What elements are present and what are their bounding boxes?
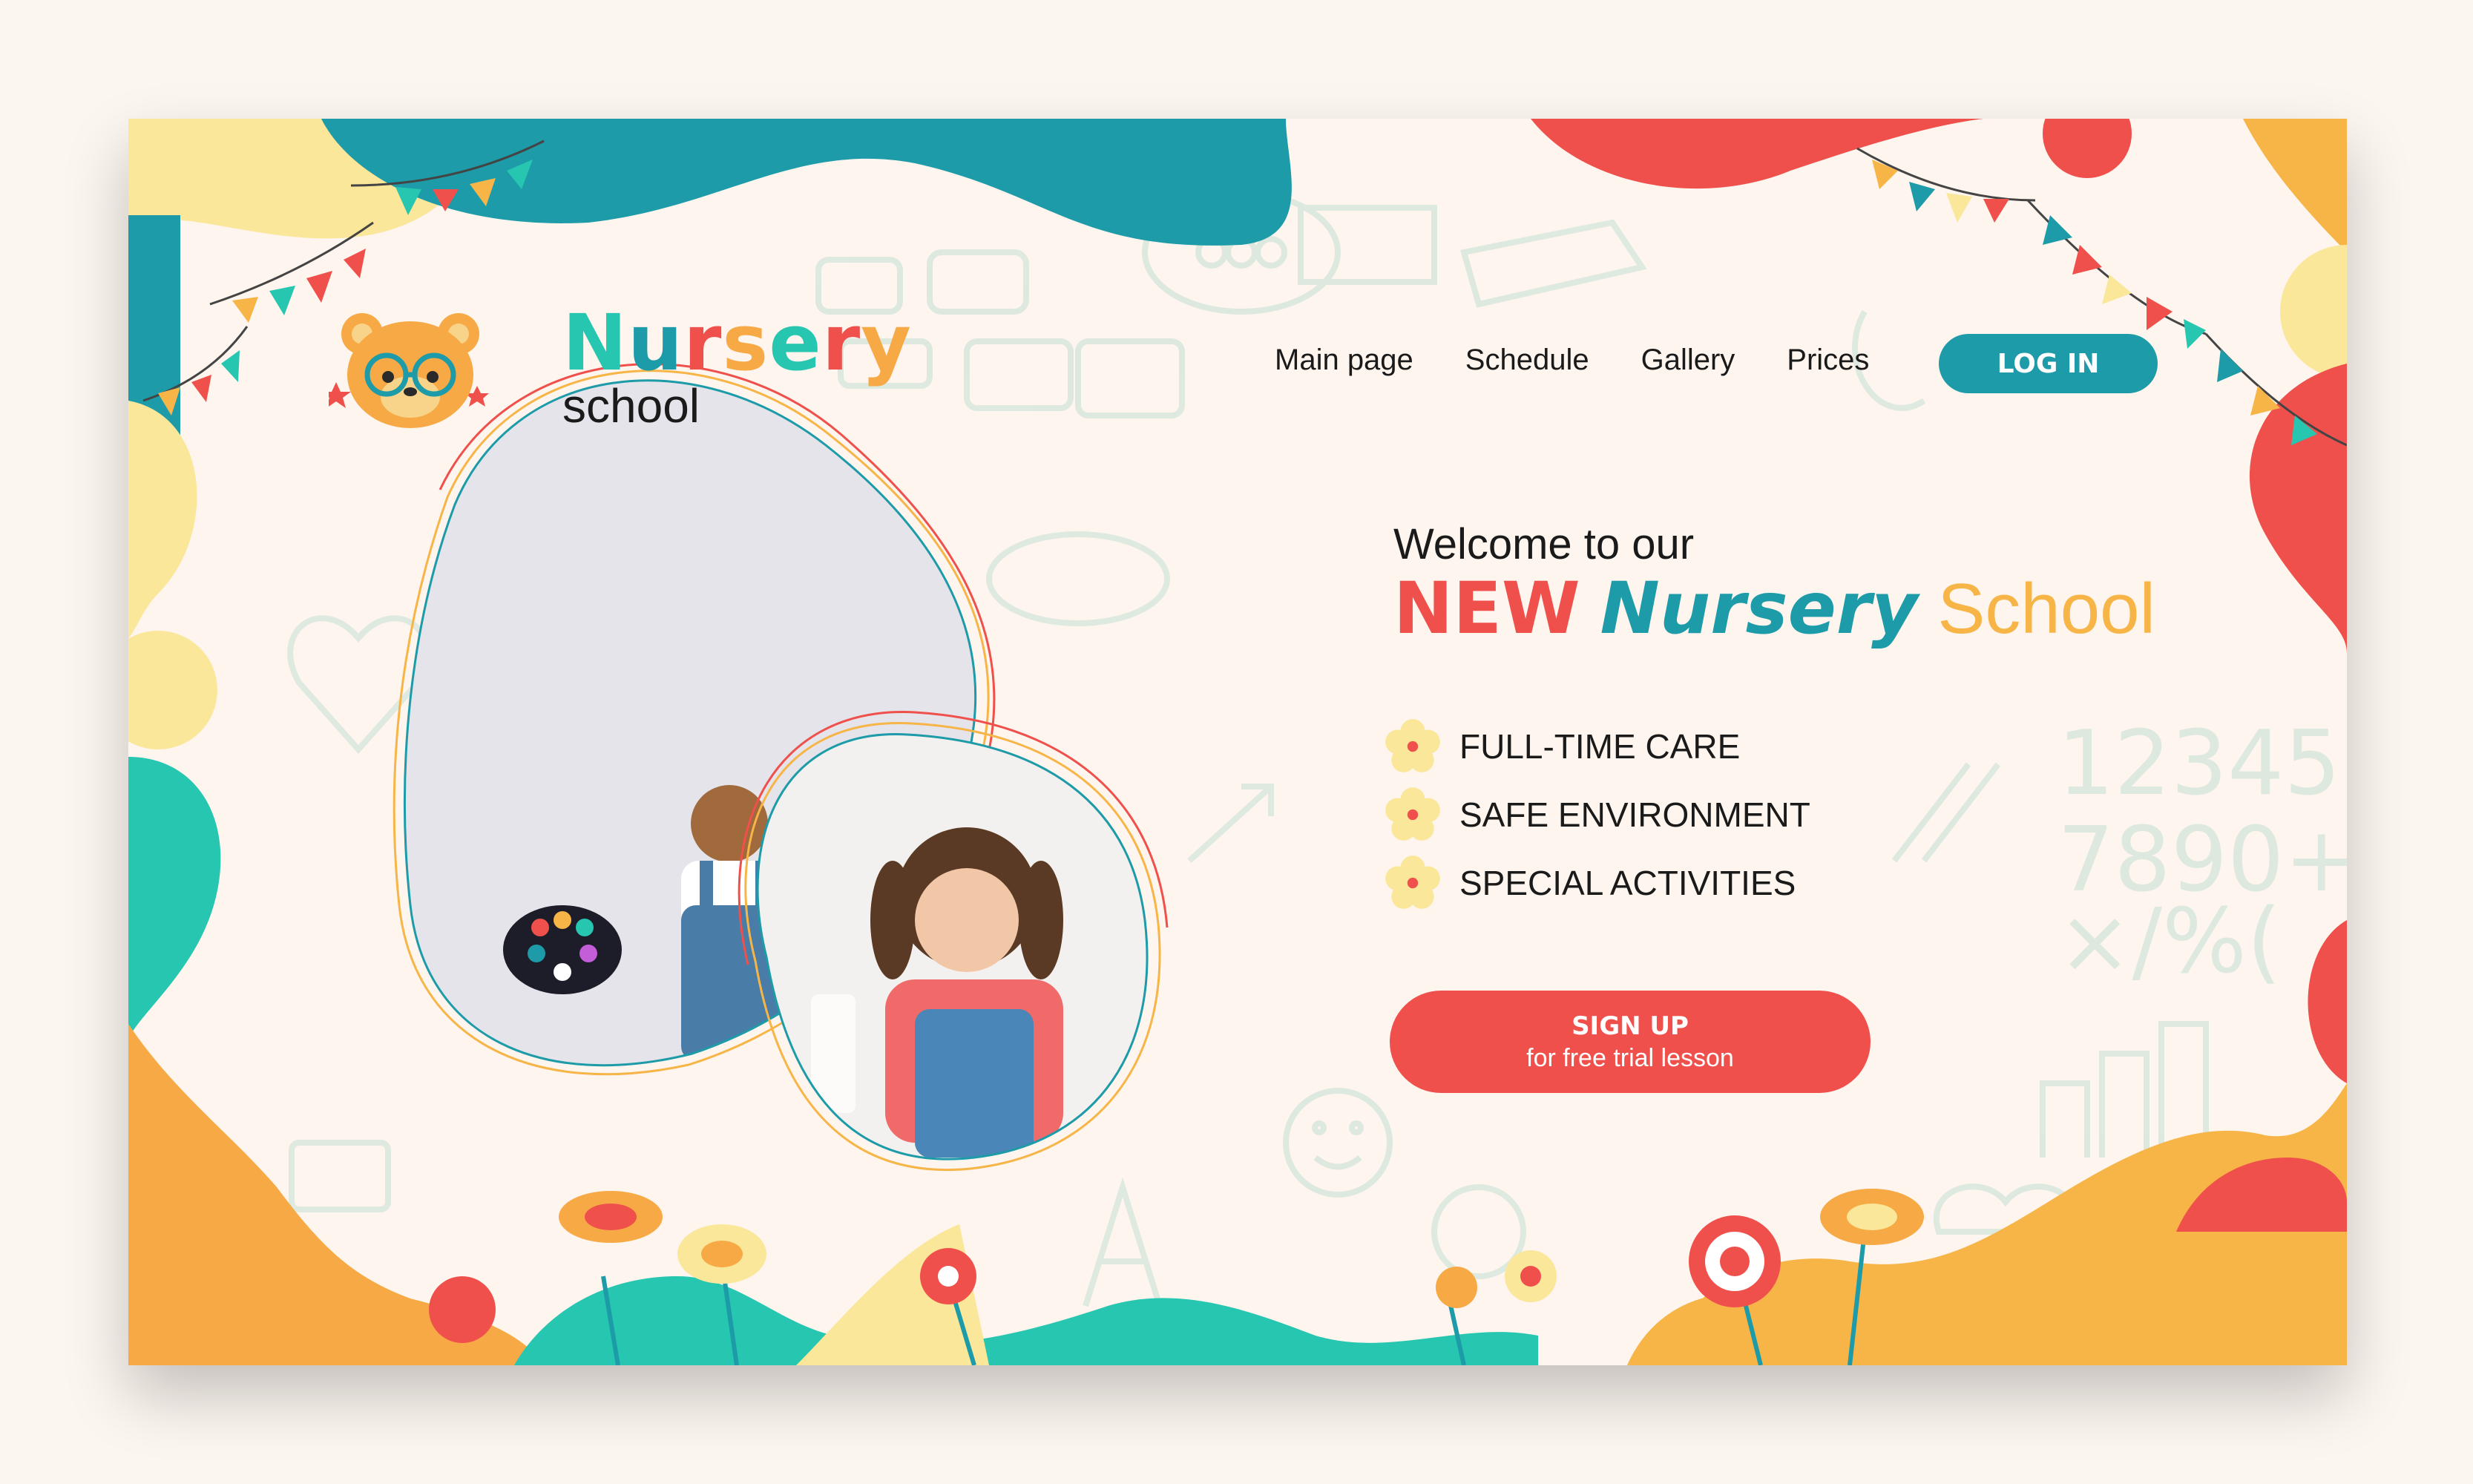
- logo-text-school: school: [562, 379, 700, 433]
- nav-gallery[interactable]: Gallery: [1641, 344, 1735, 377]
- headline-new: NEW: [1393, 567, 1580, 650]
- logo-text-nursery: Nursery: [562, 304, 912, 381]
- feature-list: FULL-TIME CARE SAFE ENVIRONMENT SPECIAL …: [1382, 712, 1810, 917]
- flower-bullet-icon: [1385, 787, 1440, 841]
- nav-main-page[interactable]: Main page: [1275, 344, 1413, 377]
- flower-bullet-icon: [1385, 719, 1440, 772]
- svg-text:×/%(: ×/%(: [2057, 890, 2282, 994]
- feature-item: SAFE ENVIRONMENT: [1382, 781, 1810, 849]
- nav-prices[interactable]: Prices: [1787, 344, 1869, 377]
- login-button[interactable]: LOG IN: [1939, 334, 2158, 393]
- main-nav: Main page Schedule Gallery Prices: [1275, 344, 1869, 377]
- welcome-text: Welcome to our: [1393, 520, 1695, 568]
- feature-label: SPECIAL ACTIVITIES: [1459, 864, 1796, 902]
- nav-schedule[interactable]: Schedule: [1465, 344, 1589, 377]
- feature-label: SAFE ENVIRONMENT: [1459, 795, 1810, 834]
- signup-main-label: SIGN UP: [1572, 1011, 1689, 1041]
- headline-nursery: Nursery: [1600, 567, 1918, 650]
- flower-bullet-icon: [1385, 856, 1440, 909]
- signup-button[interactable]: SIGN UP for free trial lesson: [1390, 991, 1871, 1093]
- logo-word-nursery: Nursery: [562, 298, 912, 388]
- page-frame: 123456 7890+- ×/%(: [128, 119, 2347, 1365]
- svg-text:123456: 123456: [2057, 712, 2347, 815]
- feature-label: FULL-TIME CARE: [1459, 727, 1741, 766]
- signup-sub-label: for free trial lesson: [1526, 1043, 1734, 1072]
- feature-item: SPECIAL ACTIVITIES: [1382, 849, 1810, 917]
- hero-headline: NEW Nursery School: [1393, 568, 2155, 650]
- headline-school: School: [1937, 569, 2155, 649]
- feature-item: FULL-TIME CARE: [1382, 712, 1810, 781]
